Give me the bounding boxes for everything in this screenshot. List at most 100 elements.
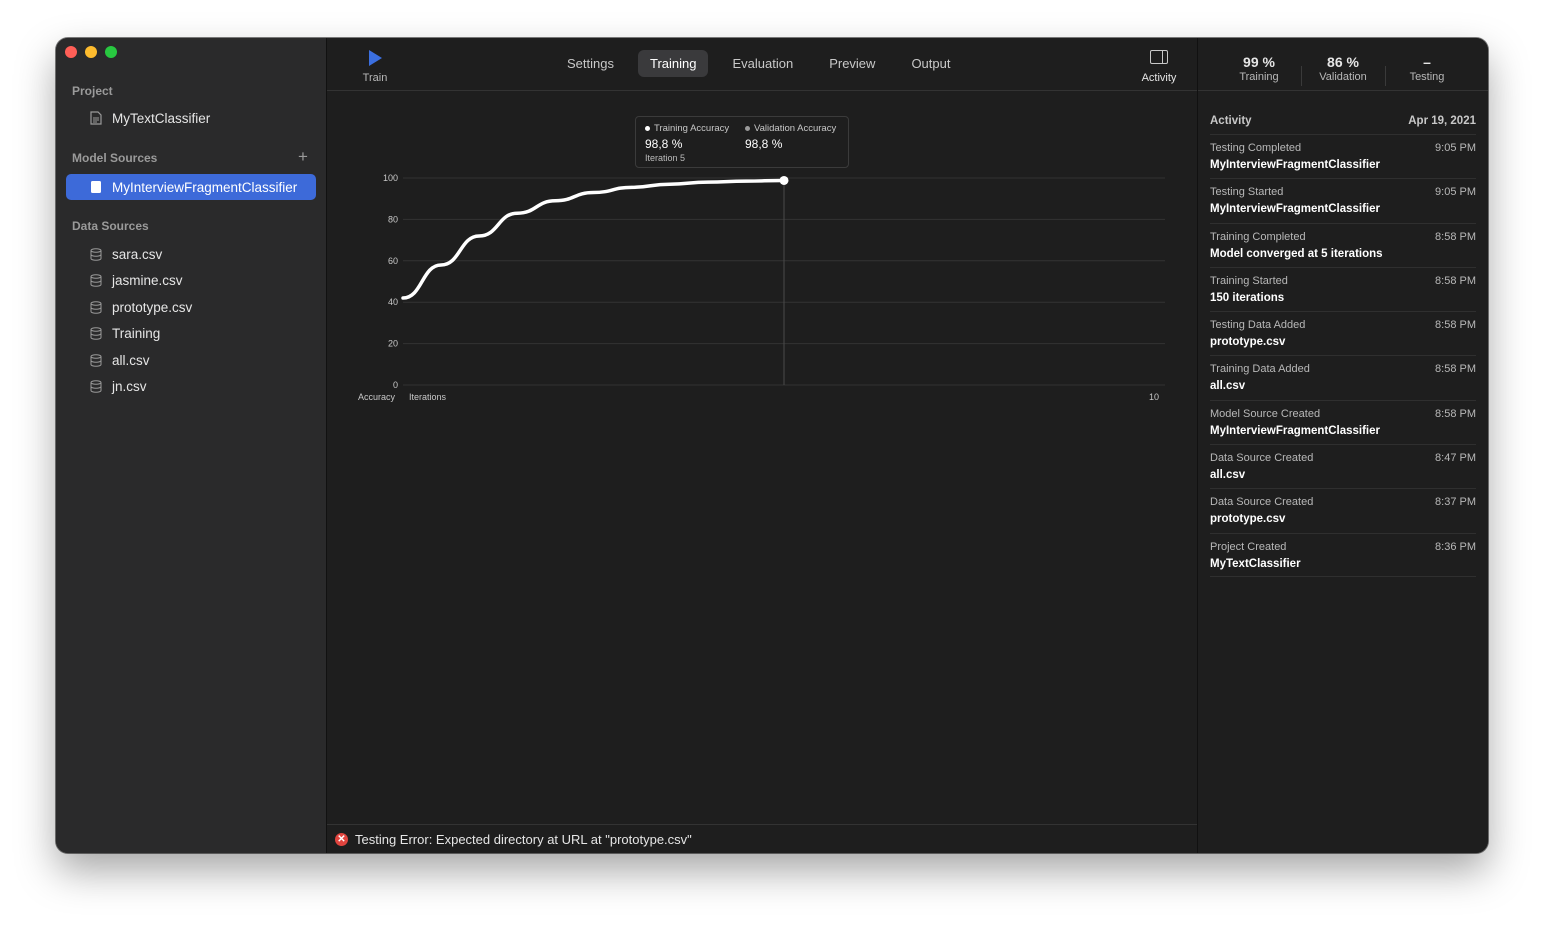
- activity-title: Activity: [1210, 115, 1252, 127]
- tab-training[interactable]: Training: [637, 50, 709, 77]
- sidebar-item-project[interactable]: MyTextClassifier: [66, 105, 316, 131]
- add-model-source-button[interactable]: +: [298, 148, 308, 165]
- activity-item-detail: all.csv: [1210, 469, 1246, 482]
- validation-dot-icon: [745, 125, 750, 131]
- app-window: Project MyTextClassifier Model Sources +…: [56, 38, 1488, 853]
- sidebar-item-data-source[interactable]: all.csv: [66, 347, 316, 373]
- activity-panel: 99 % Training 86 % Validation – Testing …: [1197, 38, 1488, 853]
- metric-validation: 86 % Validation: [1301, 54, 1385, 83]
- metric-validation-value: 86 %: [1327, 54, 1359, 70]
- sidebar-item-data-source[interactable]: prototype.csv: [66, 294, 316, 320]
- sidebar-item-data-source[interactable]: jn.csv: [66, 373, 316, 399]
- activity-list: Testing Completed 9:05 PM MyInterviewFragm…: [1210, 134, 1476, 577]
- status-bar: ✕ Testing Error: Expected directory at U…: [327, 824, 1197, 853]
- activity-item-title: Testing Completed: [1210, 142, 1302, 154]
- legend-training-value: 98,8 %: [645, 137, 683, 151]
- train-button[interactable]: Train: [355, 50, 395, 84]
- database-icon: [88, 272, 104, 288]
- activity-date: Apr 19, 2021: [1408, 115, 1476, 127]
- activity-button[interactable]: Activity: [1135, 50, 1183, 84]
- activity-item[interactable]: Model Source Created 8:58 PM MyInterviewFr…: [1210, 399, 1476, 444]
- tab-preview[interactable]: Preview: [817, 50, 887, 77]
- tab-bar: Settings Training Evaluation Preview Out…: [555, 50, 962, 77]
- metrics-bar: 99 % Training 86 % Validation – Testing: [1198, 38, 1488, 91]
- window-controls: [65, 46, 117, 58]
- close-window-button[interactable]: [65, 46, 77, 58]
- sidebar-item-label: all.csv: [112, 352, 150, 368]
- sidebar-item-label: MyTextClassifier: [112, 110, 211, 126]
- activity-item[interactable]: Training Started 8:58 PM 150 iterations: [1210, 266, 1476, 311]
- play-icon: [368, 50, 382, 66]
- project-section-title: Project: [72, 84, 113, 98]
- minimize-window-button[interactable]: [85, 46, 97, 58]
- activity-item-time: 8:58 PM: [1435, 230, 1476, 243]
- tab-settings[interactable]: Settings: [555, 50, 626, 77]
- error-icon: ✕: [335, 833, 348, 846]
- sidebar-item-label: jn.csv: [112, 378, 147, 394]
- activity-item-time: 8:58 PM: [1435, 319, 1476, 332]
- chart-legend: Training Accuracy 98,8 % Iteration 5 Val…: [635, 116, 849, 168]
- activity-item[interactable]: Data Source Created 8:37 PM prototype.csv: [1210, 488, 1476, 532]
- activity-item-detail: all.csv: [1210, 380, 1246, 393]
- activity-item-title: Training Started: [1210, 274, 1288, 287]
- sidebar-item-model[interactable]: MyInterviewFragmentClassifier: [66, 174, 316, 200]
- activity-item[interactable]: Data Source Created 8:47 PM all.csv: [1210, 444, 1476, 488]
- model-sources-section-title: Model Sources: [72, 151, 158, 165]
- training-accuracy-line: [401, 178, 786, 300]
- sidebar-item-data-source[interactable]: jasmine.csv: [66, 267, 316, 293]
- y-tick-label: 0: [393, 380, 398, 390]
- legend-iteration: Iteration 5: [645, 153, 686, 163]
- sidebar-item-label: Training: [112, 325, 161, 341]
- y-tick-label: 60: [388, 256, 398, 266]
- sidebar-item-data-source[interactable]: sara.csv: [66, 241, 316, 267]
- metric-testing-label: Testing: [1409, 71, 1445, 83]
- activity-label: Activity: [1141, 72, 1177, 84]
- x-axis-label: Iterations: [409, 392, 447, 402]
- sidebar-item-label: MyInterviewFragmentClassifier: [112, 179, 298, 195]
- metric-testing-value: –: [1423, 54, 1431, 70]
- model-icon: [88, 179, 104, 195]
- activity-item-title: Training Data Added: [1210, 363, 1310, 376]
- activity-item[interactable]: Testing Started 9:05 PM MyInterviewFragmen…: [1210, 178, 1476, 222]
- activity-item-time: 9:05 PM: [1435, 142, 1476, 154]
- activity-item[interactable]: Training Completed 8:58 PM Model converged…: [1210, 222, 1476, 267]
- activity-item[interactable]: Project Created 8:36 PM MyTextClassifier: [1210, 532, 1476, 577]
- metric-training: 99 % Training: [1217, 54, 1301, 83]
- sidebar-item-label: prototype.csv: [112, 299, 193, 315]
- zoom-window-button[interactable]: [105, 46, 117, 58]
- toolbar: Train Settings Training Evaluation Previ…: [327, 38, 1197, 91]
- activity-item-title: Data Source Created: [1210, 452, 1314, 465]
- activity-header: Activity Apr 19, 2021: [1210, 115, 1476, 127]
- activity-item-detail: MyInterviewFragmentClassifier: [1210, 424, 1381, 437]
- y-tick-label: 40: [388, 297, 398, 307]
- activity-item-time: 8:58 PM: [1435, 407, 1476, 420]
- database-icon: [88, 299, 104, 315]
- activity-item-detail: prototype.csv: [1210, 513, 1286, 526]
- activity-item[interactable]: Training Data Added 8:58 PM all.csv: [1210, 355, 1476, 399]
- activity-item-time: 8:37 PM: [1435, 496, 1476, 509]
- legend-validation-value: 98,8 %: [745, 137, 783, 151]
- sidebar-item-label: sara.csv: [112, 246, 163, 262]
- legend-training: Training Accuracy 98,8 % Iteration 5: [645, 123, 729, 163]
- x-tick-label: 10: [1149, 392, 1159, 402]
- legend-validation-label: Validation Accuracy: [754, 123, 837, 134]
- activity-item-time: 8:47 PM: [1435, 452, 1476, 465]
- accuracy-chart: 0 20 40 60 80 100 Accuracy Iterations 10: [358, 173, 1165, 402]
- database-icon: [88, 352, 104, 368]
- activity-item-title: Data Source Created: [1210, 496, 1314, 509]
- sidebar-toggle-icon: [1150, 50, 1168, 64]
- database-icon: [88, 325, 104, 341]
- activity-item[interactable]: Testing Completed 9:05 PM MyInterviewFragm…: [1210, 134, 1476, 178]
- tab-evaluation[interactable]: Evaluation: [720, 50, 805, 77]
- tab-output[interactable]: Output: [899, 50, 962, 77]
- sidebar-item-data-source[interactable]: Training: [66, 320, 316, 346]
- database-icon: [88, 246, 104, 262]
- activity-item-detail: MyInterviewFragmentClassifier: [1210, 159, 1381, 171]
- activity-item-title: Training Completed: [1210, 230, 1306, 243]
- activity-item-detail: MyInterviewFragmentClassifier: [1210, 203, 1381, 216]
- document-icon: [88, 110, 104, 126]
- activity-item-time: 8:58 PM: [1435, 363, 1476, 376]
- activity-item[interactable]: Testing Data Added 8:58 PM prototype.csv: [1210, 311, 1476, 355]
- activity-item-title: Project Created: [1210, 540, 1287, 553]
- metric-training-value: 99 %: [1243, 54, 1275, 70]
